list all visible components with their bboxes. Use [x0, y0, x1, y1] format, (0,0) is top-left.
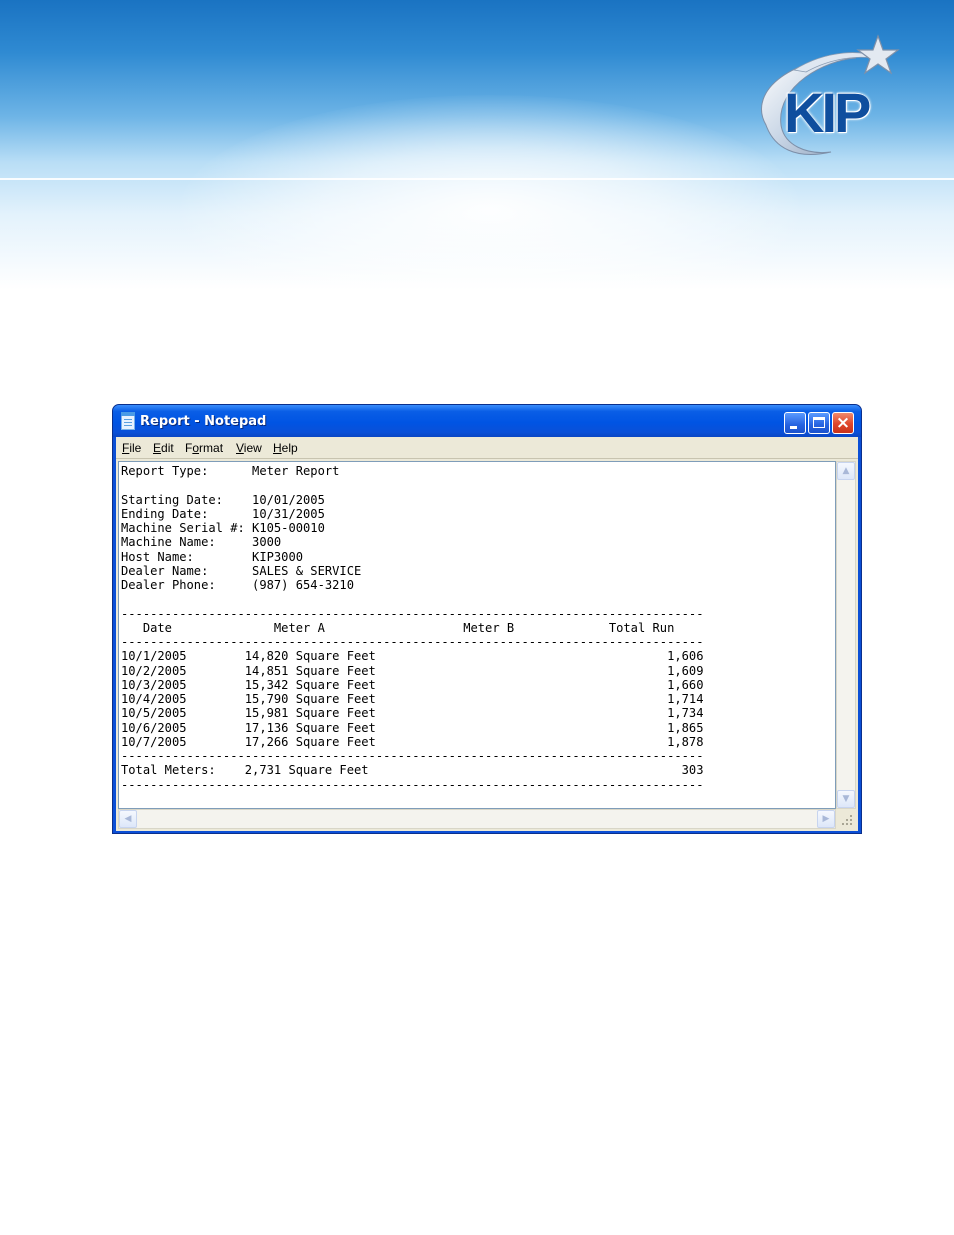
kip-logo-text: KIP: [784, 81, 871, 144]
minimize-icon: [790, 426, 797, 429]
report-line: ----------------------------------------…: [121, 777, 704, 792]
scroll-down-icon[interactable]: ▼: [837, 790, 855, 808]
horizontal-scrollbar[interactable]: ◀ ▶: [118, 809, 836, 829]
resize-grip-icon[interactable]: [836, 809, 856, 829]
menu-view[interactable]: View: [236, 441, 262, 455]
vertical-scrollbar[interactable]: ▲ ▼: [836, 461, 856, 809]
report-line: ----------------------------------------…: [121, 635, 704, 649]
report-line: Host Name: KIP3000: [121, 549, 304, 564]
notepad-icon[interactable]: [121, 412, 135, 430]
maximize-button[interactable]: [808, 412, 830, 434]
close-button[interactable]: ×: [832, 412, 854, 434]
report-line: Total Meters: 2,731 Square Feet 303: [121, 763, 704, 778]
report-line: 10/6/2005 17,136 Square Feet 1,865: [121, 720, 704, 735]
report-line: [121, 478, 703, 492]
header-banner: KIP: [0, 0, 954, 290]
text-editor[interactable]: Report Type: Meter Report Starting Date:…: [118, 461, 836, 809]
report-line: Date Meter A Meter B Total Run: [121, 620, 675, 635]
report-line: Ending Date: 10/31/2005: [121, 506, 325, 521]
scroll-up-icon[interactable]: ▲: [837, 462, 855, 480]
scroll-right-icon[interactable]: ▶: [817, 810, 835, 828]
menu-help[interactable]: Help: [273, 441, 298, 455]
banner-glow: [180, 95, 800, 290]
report-line: Report Type: Meter Report: [121, 464, 340, 478]
report-line: 10/5/2005 15,981 Square Feet 1,734: [121, 706, 704, 721]
minimize-button[interactable]: [784, 412, 806, 434]
report-line: ----------------------------------------…: [121, 749, 704, 763]
menu-format[interactable]: Format: [185, 441, 223, 455]
report-line: Dealer Name: SALES & SERVICE: [121, 563, 362, 578]
report-line: Dealer Phone: (987) 654-3210: [121, 578, 354, 592]
report-line: 10/2/2005 14,851 Square Feet 1,609: [121, 663, 704, 678]
menu-bar: File Edit Format View Help: [116, 437, 858, 459]
report-line: 10/1/2005 14,820 Square Feet 1,606: [121, 649, 704, 664]
report-text: Report Type: Meter Report Starting Date:…: [121, 464, 703, 792]
report-line: Starting Date: 10/01/2005: [121, 492, 325, 507]
report-line: 10/3/2005 15,342 Square Feet 1,660: [121, 677, 704, 692]
window-title: Report - Notepad: [140, 414, 267, 429]
title-bar[interactable]: Report - Notepad ×: [113, 405, 861, 437]
report-line: 10/4/2005 15,790 Square Feet 1,714: [121, 692, 704, 706]
report-line: Machine Serial #: K105-00010: [121, 521, 325, 535]
menu-edit[interactable]: Edit: [153, 441, 174, 455]
banner-divider: [0, 178, 954, 180]
report-line: [121, 592, 703, 606]
report-line: ----------------------------------------…: [121, 606, 704, 621]
scroll-left-icon[interactable]: ◀: [119, 810, 137, 828]
menu-file[interactable]: File: [122, 441, 141, 455]
maximize-icon: [813, 417, 825, 428]
report-line: 10/7/2005 17,266 Square Feet 1,878: [121, 734, 704, 749]
notepad-window[interactable]: Report - Notepad × File Edit Format View…: [112, 404, 862, 834]
report-line: Machine Name: 3000: [121, 535, 282, 550]
close-icon: ×: [835, 413, 851, 433]
window-client-area: File Edit Format View Help Report Type: …: [116, 437, 858, 831]
